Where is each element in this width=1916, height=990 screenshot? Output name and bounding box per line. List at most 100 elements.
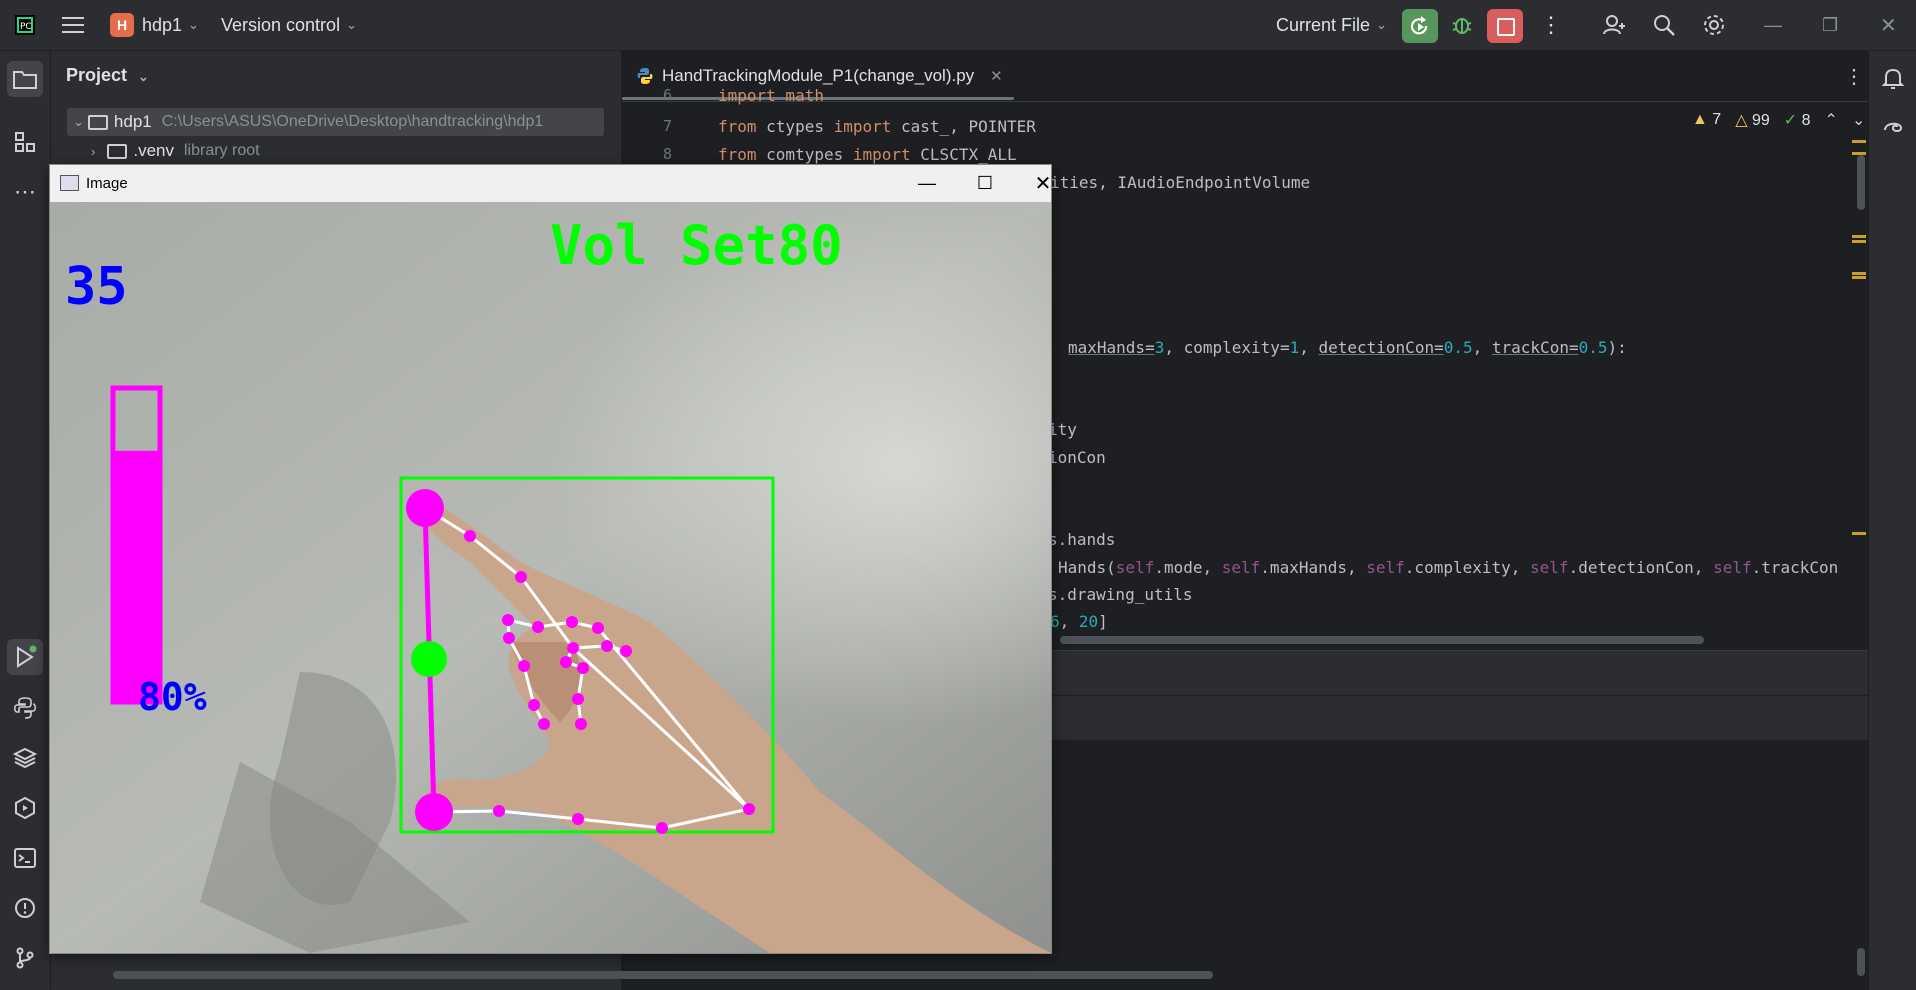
- fps-counter: 35: [65, 257, 128, 317]
- more-actions-icon[interactable]: ⋮: [1540, 0, 1562, 50]
- project-panel-title: Project: [66, 65, 128, 85]
- maximize-icon[interactable]: ☐: [962, 167, 1008, 199]
- error-stripe-mark[interactable]: [1852, 235, 1866, 238]
- error-stripe-mark[interactable]: [1852, 272, 1866, 275]
- vol-set-label: Vol Set80: [550, 214, 843, 277]
- folder-icon: [87, 114, 108, 130]
- camera-frame-drawing: 35 Vol Set80 80%: [50, 202, 1051, 953]
- inspection-widget[interactable]: ▲ 7 △ 99 ✓ 8 ⌃ ⌄: [1692, 110, 1865, 130]
- error-stripe-mark[interactable]: [1852, 276, 1866, 279]
- chevron-down-icon: ⌄: [138, 69, 149, 84]
- volume-percent: 80%: [138, 675, 207, 719]
- rerun-button[interactable]: [1402, 9, 1438, 43]
- main-menu-icon[interactable]: [62, 0, 84, 50]
- code-line: ionCon: [1048, 448, 1106, 467]
- python-file-icon: [637, 68, 653, 84]
- line-number: 8: [662, 145, 672, 163]
- code-line: s.hands: [1048, 530, 1116, 549]
- error-stripe-mark[interactable]: [1852, 532, 1866, 535]
- chevron-down-icon: ⌄: [188, 17, 199, 32]
- chevron-down-icon: ⌄: [1376, 17, 1387, 32]
- bottom-vertical-scrollbar[interactable]: [1857, 948, 1865, 976]
- project-panel-header[interactable]: Project ⌄: [66, 65, 149, 86]
- run-config-selector[interactable]: Current File ⌄: [1276, 0, 1387, 50]
- restore-window-icon[interactable]: ❐: [1822, 0, 1838, 50]
- terminal-icon[interactable]: [10, 843, 40, 873]
- title-bar: PC H hdp1 ⌄ Version control ⌄ Current Fi…: [0, 0, 1916, 51]
- line-number: 6: [662, 86, 672, 104]
- settings-gear-icon[interactable]: [1702, 0, 1726, 50]
- code-line: 6, 20]: [1050, 612, 1108, 631]
- project-badge: H: [110, 13, 134, 37]
- rerun-icon: [1410, 16, 1428, 35]
- tree-row-venv[interactable]: › .venv library root: [91, 137, 260, 165]
- window-app-icon: [60, 175, 79, 191]
- error-stripe-mark[interactable]: [1852, 240, 1866, 243]
- chevron-up-icon[interactable]: ⌃: [1825, 110, 1838, 130]
- stop-button[interactable]: [1487, 9, 1523, 43]
- svg-text:PC: PC: [20, 22, 32, 32]
- index-tip-marker: [406, 489, 444, 527]
- debug-button[interactable]: [1450, 0, 1474, 50]
- app-logo-icon: PC: [14, 0, 36, 50]
- code-line: from comtypes import CLSCTX_ALL: [718, 145, 1017, 164]
- run-config-label: Current File: [1276, 14, 1371, 35]
- error-triangle-icon: ▲: [1692, 111, 1708, 128]
- minimize-icon[interactable]: —: [904, 167, 950, 199]
- line-number: 7: [662, 117, 672, 135]
- root-folder-path: C:\Users\ASUS\OneDrive\Desktop\handtrack…: [161, 113, 544, 130]
- services-icon[interactable]: [10, 793, 40, 823]
- code-line: Hands(self.mode, self.maxHands, self.com…: [1058, 558, 1839, 577]
- root-folder-name: hdp1: [113, 112, 152, 131]
- camera-frame: 35 Vol Set80 80%: [50, 202, 1051, 953]
- check-icon: ✓: [1783, 112, 1798, 129]
- chevron-down-icon: ⌄: [73, 114, 84, 129]
- right-tool-strip: [1868, 51, 1916, 990]
- bottom-horizontal-scrollbar[interactable]: [113, 971, 1213, 979]
- warning-triangle-icon: △: [1735, 112, 1748, 129]
- stop-icon: [1497, 18, 1515, 36]
- code-with-me-icon[interactable]: [1602, 0, 1626, 50]
- python-packages-layers-icon[interactable]: [10, 743, 40, 773]
- structure-icon[interactable]: [10, 127, 40, 157]
- errors-count: ▲ 7: [1692, 111, 1722, 128]
- editor-tab-label: HandTrackingModule_P1(change_vol).py: [662, 66, 975, 85]
- project-name: hdp1: [142, 14, 183, 35]
- warnings-count: △ 99: [1735, 112, 1770, 129]
- close-icon[interactable]: ✕: [1020, 167, 1066, 199]
- editor-vertical-scrollbar[interactable]: [1857, 155, 1865, 210]
- venv-folder-name: .venv: [133, 141, 174, 160]
- close-window-icon[interactable]: ✕: [1880, 0, 1897, 50]
- tree-row-root[interactable]: ⌄ hdp1 C:\Users\ASUS\OneDrive\Desktop\ha…: [67, 108, 604, 136]
- chevron-down-icon[interactable]: ⌄: [1852, 110, 1865, 130]
- thumb-tip-marker: [415, 793, 453, 831]
- more-tools-icon[interactable]: ⋯: [10, 177, 40, 207]
- notifications-bell-icon[interactable]: [1878, 63, 1908, 93]
- error-stripe-mark[interactable]: [1852, 140, 1866, 143]
- problems-icon[interactable]: [10, 893, 40, 923]
- run-tool-icon[interactable]: [7, 639, 43, 675]
- more-tabs-icon[interactable]: ⋮: [1844, 51, 1864, 101]
- ai-assistant-icon[interactable]: [1878, 111, 1908, 141]
- tool-window-strip: ⋯: [0, 51, 51, 990]
- code-line: ities, IAudioEndpointVolume: [1050, 173, 1311, 192]
- python-console-icon[interactable]: [10, 693, 40, 723]
- project-tool-folder-icon[interactable]: [7, 61, 43, 97]
- midpoint-marker: [411, 641, 447, 677]
- bug-icon: [1452, 18, 1472, 34]
- close-tab-icon[interactable]: ✕: [990, 67, 1003, 85]
- vcs-menu[interactable]: Version control ⌄: [221, 0, 357, 50]
- editor-horizontal-scrollbar[interactable]: [1060, 636, 1704, 644]
- image-window[interactable]: Image — ☐ ✕ 35 Vol Set80 80%: [49, 164, 1052, 954]
- folder-icon: [107, 143, 128, 159]
- code-line: ity: [1048, 420, 1077, 439]
- venv-note: library root: [183, 142, 260, 159]
- code-line: maxHands=3, complexity=1, detectionCon=0…: [1068, 338, 1627, 357]
- search-icon[interactable]: [1652, 0, 1676, 50]
- minimize-window-icon[interactable]: —: [1764, 0, 1782, 50]
- project-switcher[interactable]: H hdp1 ⌄: [110, 0, 199, 50]
- git-branch-icon[interactable]: [10, 943, 40, 973]
- chevron-down-icon: ⌄: [346, 17, 357, 32]
- chevron-right-icon: ›: [91, 143, 96, 159]
- code-line: from ctypes import cast_, POINTER: [718, 117, 1036, 136]
